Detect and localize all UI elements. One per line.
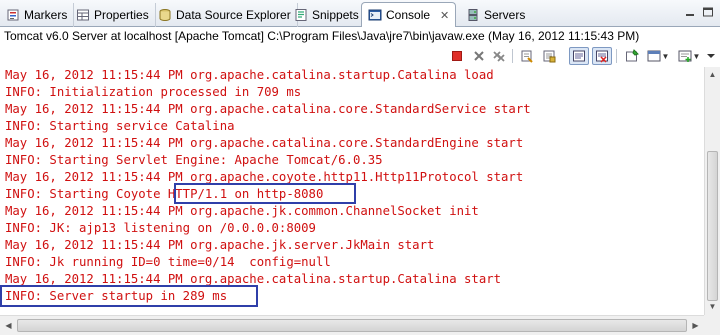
view-tab-bar: Markers Properties Data Source Explorer …: [0, 0, 720, 27]
display-selected-console-icon: [647, 49, 661, 63]
console-line: May 16, 2012 11:15:44 PM org.apache.jk.c…: [5, 204, 479, 218]
console-line: INFO: Jk running ID=0 time=0/14 config=n…: [5, 255, 331, 269]
vertical-scrollbar[interactable]: ▲ ▼: [704, 67, 720, 315]
view-menu-icon: [704, 49, 718, 63]
console-line: May 16, 2012 11:15:44 PM org.apache.cata…: [5, 136, 524, 150]
console-toolbar: ▼ ▼: [0, 45, 720, 67]
tab-label: Properties: [94, 8, 149, 22]
scroll-up-icon[interactable]: ▲: [705, 67, 720, 82]
console-process-title: Tomcat v6.0 Server at localhost [Apache …: [0, 27, 720, 45]
view-menu-button[interactable]: [703, 47, 719, 65]
properties-icon: [76, 8, 90, 22]
toolbar-separator: [616, 49, 617, 63]
show-console-on-error-button[interactable]: [592, 47, 612, 65]
pin-console-icon: [625, 49, 639, 63]
show-console-on-output-icon: [572, 49, 586, 63]
tab-data-source-explorer[interactable]: Data Source Explorer: [152, 3, 298, 27]
horizontal-scroll-thumb[interactable]: [17, 319, 687, 332]
scroll-down-icon[interactable]: ▼: [705, 299, 720, 314]
servers-icon: [466, 8, 480, 22]
tab-properties[interactable]: Properties: [70, 3, 156, 27]
scrollbar-corner: [704, 315, 720, 335]
open-console-button[interactable]: ▼: [676, 47, 702, 65]
data-source-explorer-icon: [158, 8, 172, 22]
pin-console-button[interactable]: [622, 47, 642, 65]
snippets-icon: [294, 8, 308, 22]
scroll-lock-button[interactable]: [539, 47, 559, 65]
tab-label: Servers: [484, 8, 526, 22]
console-line: May 16, 2012 11:15:44 PM org.apache.coyo…: [5, 170, 524, 184]
clear-console-button[interactable]: [517, 47, 537, 65]
console-line: May 16, 2012 11:15:44 PM org.apache.cata…: [5, 68, 494, 82]
display-selected-console-button[interactable]: ▼: [645, 47, 671, 65]
show-console-on-error-icon: [595, 49, 609, 63]
console-line: INFO: Server startup in 289 ms: [5, 289, 228, 303]
console-line: May 16, 2012 11:15:44 PM org.apache.cata…: [5, 272, 502, 286]
terminate-button[interactable]: [447, 47, 467, 65]
horizontal-scrollbar[interactable]: ◀ ▶: [0, 315, 704, 335]
scroll-right-icon[interactable]: ▶: [688, 318, 703, 333]
remove-launch-icon: [472, 49, 486, 63]
clear-console-icon: [520, 49, 534, 63]
show-console-on-output-button[interactable]: [569, 47, 589, 65]
remove-launch-button[interactable]: [469, 47, 489, 65]
tab-servers[interactable]: Servers: [460, 3, 531, 27]
console-line: INFO: Starting Coyote HTTP/1.1 on http-8…: [5, 187, 324, 201]
console-line: INFO: Starting Servlet Engine: Apache To…: [5, 153, 383, 167]
markers-icon: [6, 8, 20, 22]
tab-label: Snippets: [312, 8, 359, 22]
vertical-scroll-thumb[interactable]: [707, 151, 718, 301]
remove-all-terminated-button[interactable]: [489, 47, 509, 65]
tab-snippets[interactable]: Snippets: [288, 3, 366, 27]
console-line: INFO: Starting service Catalina: [5, 119, 235, 133]
console-icon: [368, 8, 382, 22]
close-icon[interactable]: ✕: [440, 9, 449, 22]
tab-console[interactable]: Console ✕: [361, 2, 457, 27]
remove-all-terminated-icon: [492, 49, 506, 63]
chevron-down-icon[interactable]: ▼: [693, 52, 701, 61]
chevron-down-icon[interactable]: ▼: [662, 52, 670, 61]
minimize-icon[interactable]: [684, 6, 696, 21]
scroll-lock-icon: [542, 49, 556, 63]
tab-label: Console: [386, 8, 431, 22]
console-line: May 16, 2012 11:15:44 PM org.apache.cata…: [5, 102, 531, 116]
toolbar-separator: [512, 49, 513, 63]
console-line: INFO: Initialization processed in 709 ms: [5, 85, 302, 99]
tab-label: Markers: [24, 8, 68, 22]
tab-label: Data Source Explorer: [176, 8, 291, 22]
maximize-icon[interactable]: [702, 6, 714, 21]
console-line: INFO: JK: ajp13 listening on /0.0.0.0:80…: [5, 221, 316, 235]
open-console-icon: [678, 49, 692, 63]
console-output[interactable]: May 16, 2012 11:15:44 PM org.apache.cata…: [0, 67, 704, 315]
terminate-icon: [450, 49, 464, 63]
scroll-left-icon[interactable]: ◀: [1, 318, 16, 333]
console-line: May 16, 2012 11:15:44 PM org.apache.jk.s…: [5, 238, 435, 252]
tab-markers[interactable]: Markers: [0, 3, 75, 27]
